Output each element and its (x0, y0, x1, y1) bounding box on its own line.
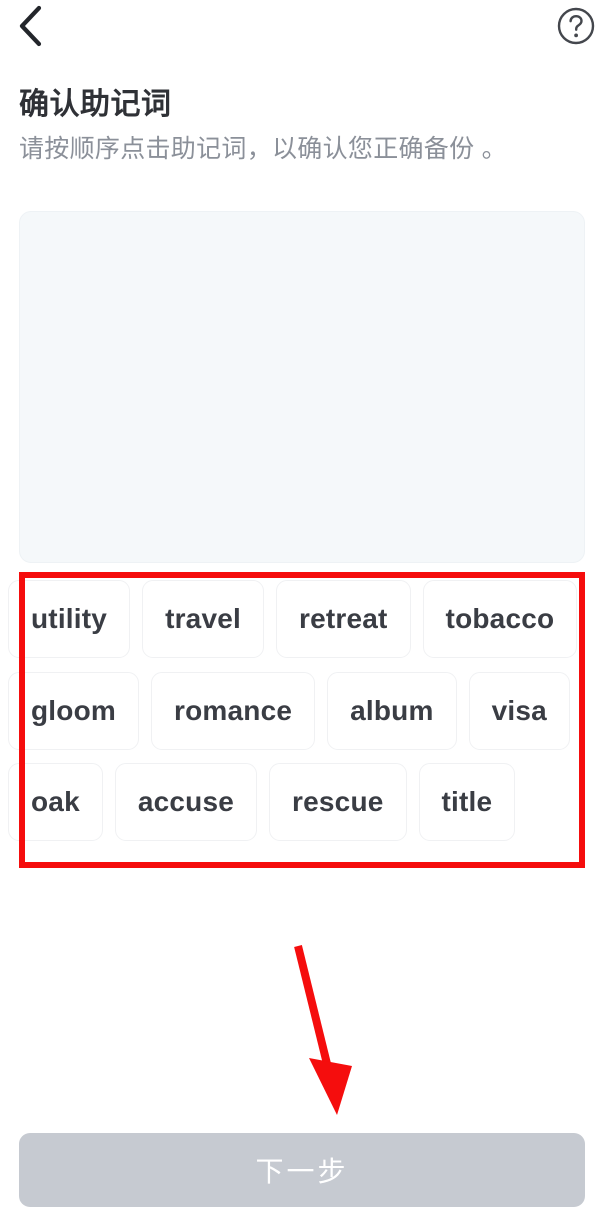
selected-words-panel[interactable] (19, 211, 585, 563)
question-circle-icon (556, 6, 596, 51)
word-chip[interactable]: rescue (269, 763, 407, 841)
annotation-arrow-icon (280, 935, 390, 1130)
help-button[interactable] (552, 4, 600, 52)
word-bank-row: gloom romance album visa (8, 672, 582, 750)
word-bank-row: oak accuse rescue title (8, 763, 527, 841)
word-chip[interactable]: utility (8, 580, 131, 658)
word-chip[interactable]: travel (142, 580, 264, 658)
word-chip[interactable]: visa (468, 672, 570, 750)
word-bank: utility travel retreat tobacco gloom rom… (8, 580, 602, 865)
word-bank-row: utility travel retreat tobacco (8, 580, 589, 658)
word-chip[interactable]: romance (151, 672, 316, 750)
word-chip[interactable]: title (418, 763, 516, 841)
back-button[interactable] (4, 2, 56, 54)
word-chip[interactable]: gloom (8, 672, 139, 750)
top-bar (0, 0, 610, 62)
word-chip[interactable]: accuse (114, 763, 258, 841)
word-chip[interactable]: album (327, 672, 457, 750)
page-title: 确认助记词 (19, 88, 172, 121)
word-chip[interactable]: retreat (275, 580, 411, 658)
word-chip[interactable]: tobacco (422, 580, 578, 658)
chevron-left-icon (17, 5, 43, 52)
page-subtitle: 请按顺序点击助记词，以确认您正确备份 。 (19, 135, 507, 163)
next-button[interactable]: 下一步 (19, 1133, 585, 1207)
word-chip[interactable]: oak (8, 763, 103, 841)
